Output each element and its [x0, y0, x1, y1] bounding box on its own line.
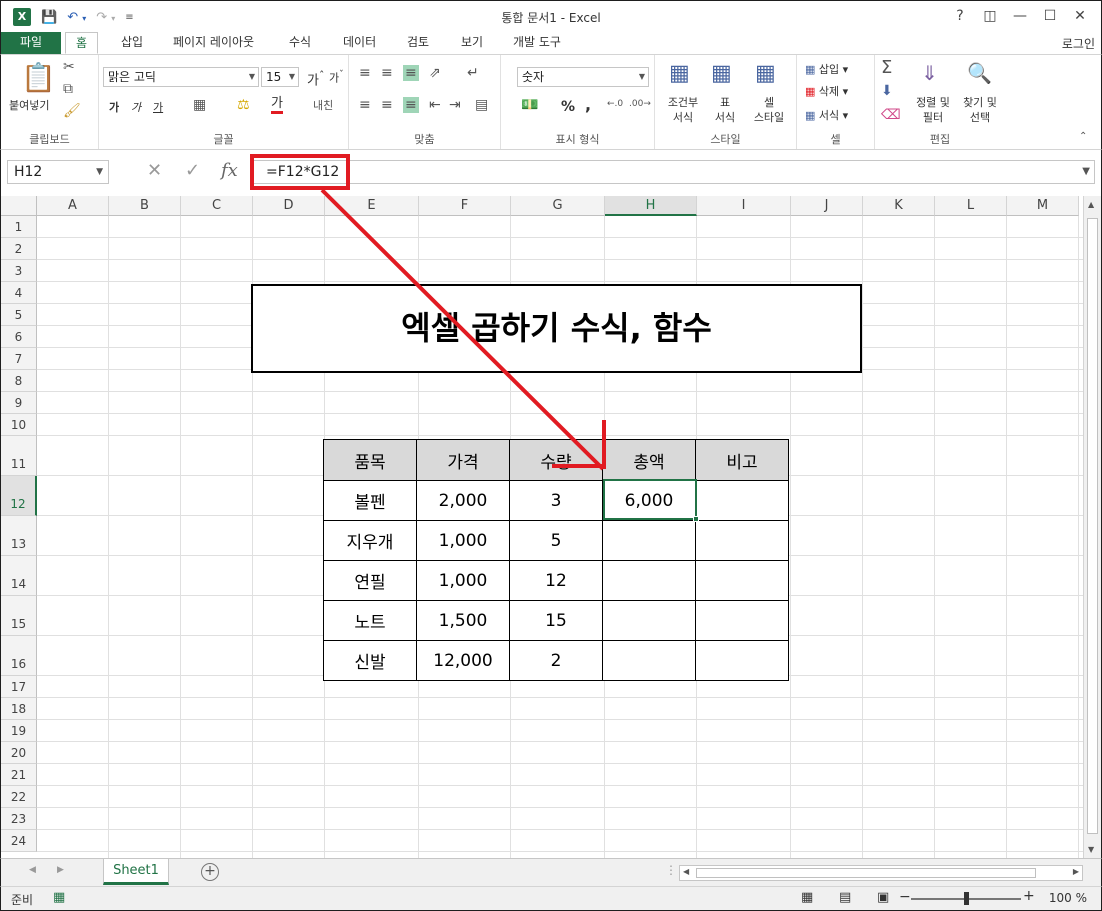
zoom-level[interactable]: 100 %	[1049, 891, 1087, 905]
tab-split-icon[interactable]: ⋮	[665, 863, 677, 877]
normal-view-icon[interactable]: ▦	[801, 890, 813, 905]
horizontal-scroll-thumb[interactable]	[696, 868, 1036, 878]
page-layout-view-icon[interactable]: ▤	[839, 890, 851, 905]
zoom-in-icon[interactable]: +	[1023, 888, 1035, 904]
scroll-left-icon[interactable]: ◀	[683, 867, 689, 876]
sheet-tab-sheet1[interactable]: Sheet1	[103, 859, 169, 885]
zoom-out-icon[interactable]: −	[899, 889, 911, 905]
prev-sheet-icon[interactable]: ◀	[29, 865, 36, 875]
zoom-slider-knob[interactable]	[964, 892, 969, 905]
add-sheet-icon[interactable]: +	[201, 863, 219, 881]
annotation-arrow	[320, 188, 606, 471]
scroll-right-icon[interactable]: ▶	[1073, 867, 1079, 876]
sheet-tab-bar: ◀ ▶ Sheet1 + ⋮ ◀ ▶	[0, 858, 1102, 886]
page-break-view-icon[interactable]: ▣	[877, 890, 889, 905]
status-ready: 준비	[11, 893, 34, 907]
status-bar: 준비 ▦ ▦ ▤ ▣ − + 100 %	[0, 886, 1102, 911]
horizontal-scrollbar[interactable]: ◀ ▶	[679, 865, 1083, 881]
macro-record-icon[interactable]: ▦	[53, 890, 65, 905]
next-sheet-icon[interactable]: ▶	[57, 865, 64, 875]
